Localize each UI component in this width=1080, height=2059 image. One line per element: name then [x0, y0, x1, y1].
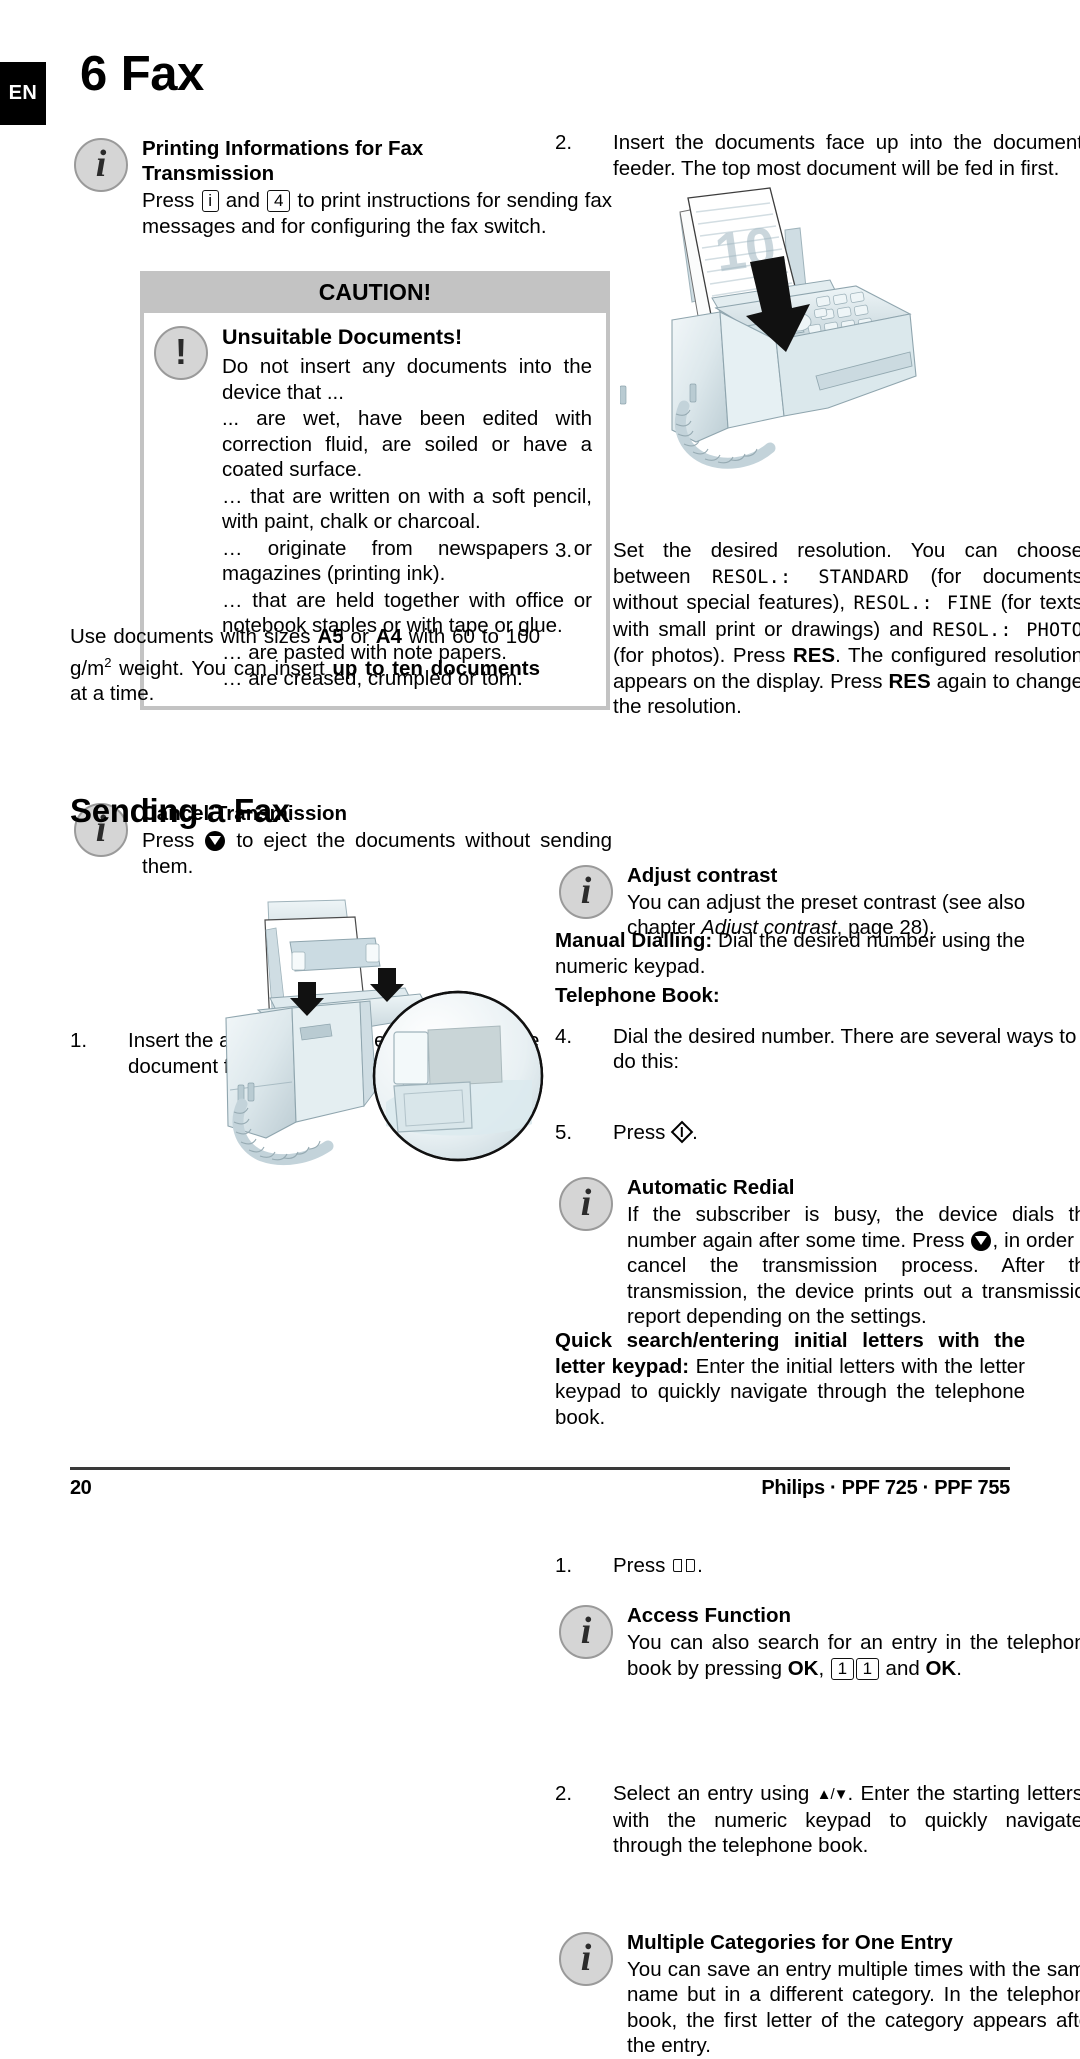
fax-machine-insert-documents-illustration: 10: [620, 180, 1020, 480]
left-column: i Printing Informations for Fax Transmis…: [70, 0, 612, 1166]
info-icon: i: [74, 138, 130, 194]
note-title: Automatic Redial: [627, 1176, 795, 1199]
section-heading-sending-a-fax: Sending a Fax: [70, 792, 290, 829]
note-printing-informations: i Printing Informations for Fax Transmis…: [70, 136, 612, 239]
up-down-arrows-icon: ▲/▼: [816, 1786, 849, 1803]
step-5: 5. Press .: [555, 1120, 698, 1144]
key-i: i: [201, 190, 219, 212]
step-3: 3. Set the desired resolution. You can c…: [555, 538, 1080, 720]
display-text-photo: RESOL.: PHOTO: [932, 619, 1080, 641]
manual-dialling-paragraph: Manual Dialling: Dial the desired number…: [555, 929, 1025, 978]
step-4: 4. Dial the desired number. There are se…: [555, 1024, 1080, 1075]
manual-dialling-label: Manual Dialling:: [555, 929, 713, 952]
exclamation-icon: !: [154, 326, 210, 382]
note-body: You can save an entry multiple times wit…: [627, 1957, 1080, 2058]
telephone-book-label: Telephone Book:: [555, 984, 720, 1007]
note-multiple-categories: i Multiple Categories for One Entry You …: [555, 1930, 1080, 2059]
step-number: 2.: [555, 131, 573, 154]
stop-symbol-icon: [971, 1230, 992, 1251]
footer-model-names: Philips · PPF 725 · PPF 755: [761, 1477, 1010, 1499]
note-title: Multiple Categories for One Entry: [627, 1930, 953, 1954]
footer-page-number: 20: [70, 1477, 92, 1499]
note-body: Press i and 4 to print instructions for …: [142, 189, 613, 238]
right-column: 2. Insert the documents face up into the…: [555, 0, 1080, 2057]
caution-title: Unsuitable Documents!: [222, 325, 463, 349]
fax-machine-document-support-illustration: [170, 890, 590, 1190]
paper-specification-text: Use documents with sizes A5 or A4 with 6…: [70, 625, 541, 705]
note-body: Press to eject the documents without sen…: [142, 829, 612, 878]
key-1: 1: [855, 1657, 879, 1680]
step-number: 3.: [555, 539, 573, 562]
quick-search-paragraph: Quick search/entering initial letters wi…: [555, 1329, 1025, 1429]
caution-item: ... are wet, have been edited with corre…: [222, 407, 592, 481]
caution-header: CAUTION!: [318, 279, 432, 305]
manual-page: EN 6 Fax i Printing Informations for Fax …: [0, 0, 1080, 2057]
step-number: 1.: [555, 1553, 573, 1577]
footer-divider: [70, 1467, 1010, 1470]
caution-item: … that are written on with a soft pencil…: [222, 484, 592, 534]
info-icon: i: [559, 864, 615, 921]
display-text-standard: RESOL.: STANDARD: [711, 566, 910, 588]
step-text: Dial the desired number. There are sever…: [613, 1024, 1077, 1074]
step-number: 5.: [555, 1120, 573, 1144]
info-icon: i: [559, 1177, 615, 1233]
note-body: If the subscriber is busy, the device di…: [627, 1203, 1080, 1328]
note-title: Adjust contrast: [627, 863, 778, 887]
caution-item: Do not insert any documents into the dev…: [222, 355, 592, 404]
phonebook-symbol-icon: [673, 1558, 696, 1574]
display-text-fine: RESOL.: FINE: [853, 593, 993, 614]
page-footer: 20 Philips · PPF 725 · PPF 755: [70, 1477, 1010, 1500]
note-title: Printing Informations for Fax Transmissi…: [142, 137, 424, 185]
note-title: Access Function: [627, 1604, 792, 1627]
note-automatic-redial: i Automatic Redial If the subscriber is …: [555, 1175, 1080, 1330]
telephone-book-step-2: 2. Select an entry using ▲/▼. Enter the …: [555, 1782, 1080, 1857]
step-number: 2.: [555, 1782, 573, 1805]
info-icon: i: [559, 1605, 615, 1661]
step-number: 1.: [70, 1029, 88, 1052]
note-access-function: i Access Function You can also search fo…: [555, 1603, 1080, 1681]
step-number: 4.: [555, 1024, 573, 1048]
key-4: 4: [267, 190, 291, 212]
caution-item: … originate from newspapers or magazines…: [222, 536, 592, 586]
language-tab: EN: [0, 62, 46, 125]
step-2: 2. Insert the documents face up into the…: [555, 130, 1080, 181]
info-icon: i: [559, 1931, 615, 1988]
stop-symbol-icon: [205, 831, 226, 851]
start-symbol-icon: [672, 1123, 691, 1142]
key-1: 1: [830, 1657, 854, 1680]
telephone-book-step-1: 1. Press .: [555, 1553, 703, 1577]
step-text: Insert the documents face up into the do…: [613, 131, 1080, 180]
note-body: You can also search for an entry in the …: [627, 1631, 1080, 1680]
